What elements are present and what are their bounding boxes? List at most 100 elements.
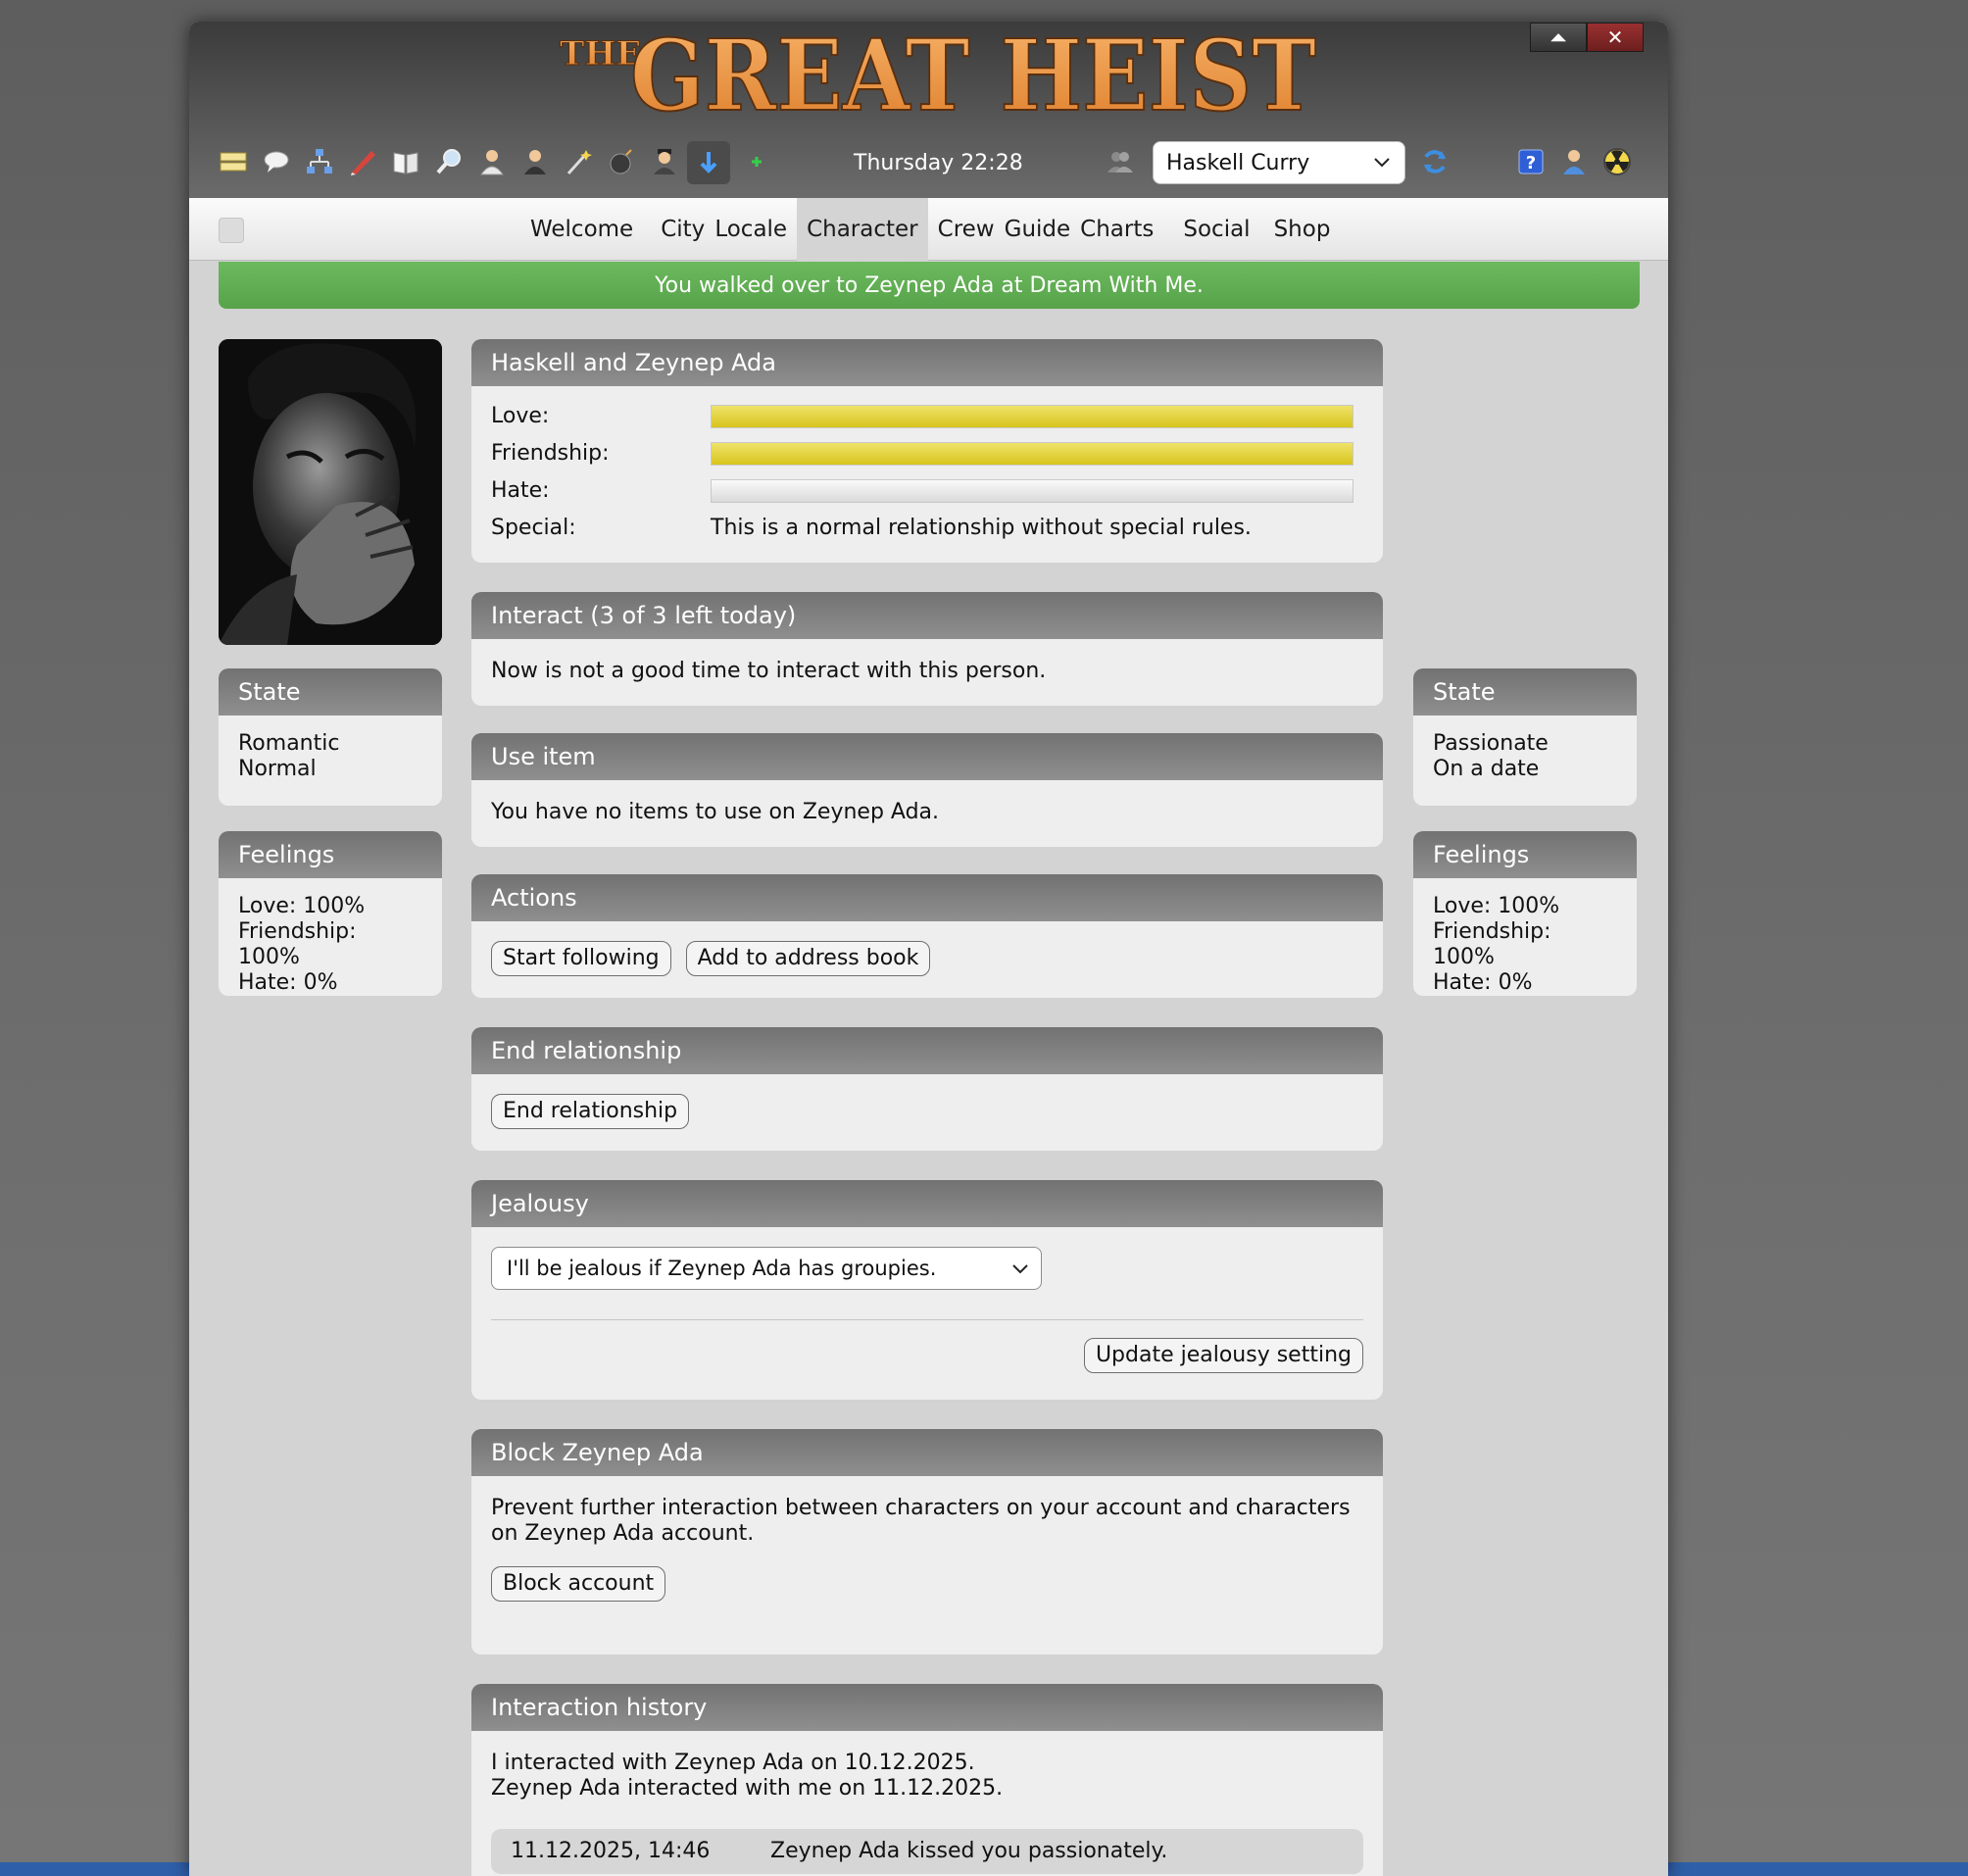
logo-big-text: GREAT HEIST bbox=[630, 22, 1316, 122]
love-bar bbox=[711, 405, 1353, 428]
person-icon[interactable] bbox=[475, 145, 509, 178]
panel-title: Use item bbox=[471, 733, 1383, 780]
wand-icon[interactable] bbox=[562, 145, 595, 178]
suspect-icon[interactable] bbox=[648, 145, 681, 178]
jealousy-panel: Jealousy I'll be jealous if Zeynep Ada h… bbox=[471, 1180, 1383, 1400]
panel-title: Feelings bbox=[219, 831, 442, 878]
agent-icon[interactable] bbox=[518, 145, 552, 178]
interact-text: Now is not a good time to interact with … bbox=[491, 659, 1047, 683]
end-relationship-button[interactable]: End relationship bbox=[491, 1094, 690, 1129]
window-controls: ⏶ ✕ bbox=[1530, 23, 1644, 52]
feeling-hate: Hate: 0% bbox=[238, 970, 338, 995]
panel-title: Actions bbox=[471, 874, 1383, 921]
my-feelings-panel: Feelings Love: 100% Friendship: 100% Hat… bbox=[219, 831, 442, 996]
hate-label: Hate: bbox=[491, 478, 550, 503]
nav-item-character[interactable]: Character bbox=[797, 198, 928, 261]
chevron-down-icon bbox=[1374, 158, 1390, 168]
chat-icon[interactable] bbox=[260, 145, 293, 178]
profile-icon[interactable] bbox=[1557, 145, 1591, 178]
special-label: Special: bbox=[491, 516, 576, 540]
minimize-button[interactable]: ⏶ bbox=[1530, 23, 1587, 52]
history-summary-line: I interacted with Zeynep Ada on 10.12.20… bbox=[491, 1751, 975, 1775]
plus-icon[interactable] bbox=[740, 145, 773, 178]
main-navigation: Welcome City Locale Character Crew Guide… bbox=[189, 198, 1668, 261]
panel-title: Jealousy bbox=[471, 1180, 1383, 1227]
game-clock: Thursday 22:28 bbox=[854, 151, 1023, 175]
divider bbox=[491, 1319, 1363, 1320]
history-entry: 11.12.2025, 14:46 Zeynep Ada kissed you … bbox=[491, 1829, 1363, 1874]
nav-items: Welcome City Locale Character Crew Guide… bbox=[520, 198, 1340, 261]
interaction-history-panel: Interaction history I interacted with Ze… bbox=[471, 1684, 1383, 1876]
block-text: Prevent further interaction between char… bbox=[491, 1496, 1351, 1546]
friendship-label: Friendship: bbox=[491, 441, 610, 466]
their-feelings-panel: Feelings Love: 100% Friendship: 100% Hat… bbox=[1413, 831, 1637, 996]
panel-title: Feelings bbox=[1413, 831, 1637, 878]
history-summary-line: Zeynep Ada interacted with me on 11.12.2… bbox=[491, 1776, 1004, 1801]
my-state-panel: State Romantic Normal bbox=[219, 668, 442, 806]
panel-title: State bbox=[219, 668, 442, 716]
close-button[interactable]: ✕ bbox=[1587, 23, 1644, 52]
love-label: Love: bbox=[491, 404, 550, 428]
end-relationship-panel: End relationship End relationship bbox=[471, 1027, 1383, 1151]
radiation-icon[interactable] bbox=[1600, 145, 1634, 178]
svg-text:?: ? bbox=[1526, 153, 1536, 173]
feeling-friendship: Friendship: 100% bbox=[1433, 919, 1551, 969]
jealousy-select[interactable]: I'll be jealous if Zeynep Ada has groupi… bbox=[491, 1247, 1042, 1290]
pencil-icon[interactable] bbox=[346, 145, 379, 178]
network-icon[interactable] bbox=[303, 145, 336, 178]
feeling-hate: Hate: 0% bbox=[1433, 970, 1533, 995]
history-entry-date: 11.12.2025, 14:46 bbox=[511, 1839, 711, 1863]
state-line: On a date bbox=[1433, 757, 1540, 781]
nav-item-welcome[interactable]: Welcome bbox=[520, 198, 643, 261]
nav-item-charts[interactable]: Charts bbox=[1075, 198, 1163, 261]
special-text: This is a normal relationship without sp… bbox=[711, 516, 1252, 540]
panel-title: Block Zeynep Ada bbox=[471, 1429, 1383, 1476]
nav-handle[interactable] bbox=[219, 218, 244, 243]
panel-title: Interaction history bbox=[471, 1684, 1383, 1731]
panel-title: State bbox=[1413, 668, 1637, 716]
relationship-panel: Haskell and Zeynep Ada Love: Friendship:… bbox=[471, 339, 1383, 563]
block-panel: Block Zeynep Ada Prevent further interac… bbox=[471, 1429, 1383, 1654]
nav-item-city[interactable]: City bbox=[651, 198, 710, 261]
add-to-address-book-button[interactable]: Add to address book bbox=[685, 941, 931, 976]
nav-item-social[interactable]: Social bbox=[1173, 198, 1259, 261]
panel-title: Haskell and Zeynep Ada bbox=[471, 339, 1383, 386]
game-window: THE GREAT HEIST ⏶ ✕ Thursday 22:28 Haske… bbox=[189, 22, 1668, 1876]
characters-icon[interactable] bbox=[1104, 145, 1137, 178]
refresh-icon[interactable] bbox=[1418, 145, 1451, 178]
friendship-bar bbox=[711, 442, 1353, 466]
history-entry-text: Zeynep Ada kissed you passionately. bbox=[770, 1839, 1168, 1863]
state-line: Normal bbox=[238, 757, 317, 781]
toolbar: Thursday 22:28 Haskell Curry ? bbox=[217, 139, 1648, 188]
character-portrait bbox=[219, 339, 442, 645]
window-header: THE GREAT HEIST ⏶ ✕ Thursday 22:28 Haske… bbox=[189, 22, 1668, 198]
start-following-button[interactable]: Start following bbox=[491, 941, 671, 976]
jealousy-select-value: I'll be jealous if Zeynep Ada has groupi… bbox=[507, 1257, 937, 1280]
download-icon[interactable] bbox=[687, 141, 730, 184]
logo-small-text: THE bbox=[560, 34, 641, 74]
hate-bar bbox=[711, 479, 1353, 503]
actions-panel: Actions Start following Add to address b… bbox=[471, 874, 1383, 998]
use-item-panel: Use item You have no items to use on Zey… bbox=[471, 733, 1383, 847]
update-jealousy-button[interactable]: Update jealousy setting bbox=[1083, 1338, 1363, 1373]
nav-item-guide[interactable]: Guide bbox=[1000, 198, 1076, 261]
state-line: Romantic bbox=[238, 731, 340, 756]
notice-banner: You walked over to Zeynep Ada at Dream W… bbox=[219, 262, 1640, 309]
use-item-text: You have no items to use on Zeynep Ada. bbox=[491, 800, 940, 824]
state-line: Passionate bbox=[1433, 731, 1549, 756]
interact-panel: Interact (3 of 3 left today) Now is not … bbox=[471, 592, 1383, 706]
help-icon[interactable]: ? bbox=[1514, 145, 1548, 178]
nav-item-shop[interactable]: Shop bbox=[1264, 198, 1341, 261]
character-select[interactable]: Haskell Curry bbox=[1153, 141, 1405, 184]
magnifier-icon[interactable] bbox=[432, 145, 466, 178]
their-state-panel: State Passionate On a date bbox=[1413, 668, 1637, 806]
chevron-down-icon bbox=[1012, 1264, 1028, 1274]
block-account-button[interactable]: Block account bbox=[491, 1566, 666, 1602]
messages-icon[interactable] bbox=[217, 145, 250, 178]
bomb-icon[interactable] bbox=[605, 145, 638, 178]
nav-item-crew[interactable]: Crew bbox=[928, 198, 1000, 261]
book-icon[interactable] bbox=[389, 145, 422, 178]
feeling-love: Love: 100% bbox=[1433, 894, 1560, 918]
nav-item-locale[interactable]: Locale bbox=[710, 198, 797, 261]
game-logo: THE GREAT HEIST bbox=[522, 22, 1326, 134]
